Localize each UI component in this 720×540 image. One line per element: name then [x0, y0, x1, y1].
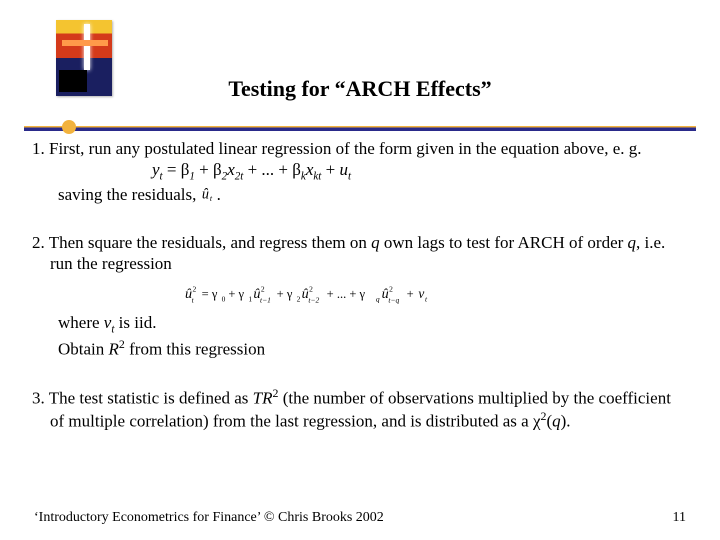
item-text: First, run any postulated linear regress…: [49, 139, 642, 158]
slide-body: 1. First, run any postulated linear regr…: [32, 138, 688, 458]
svg-text:0: 0: [222, 295, 226, 304]
var-q: q: [628, 233, 637, 252]
chi-close: ).: [561, 412, 571, 431]
tail-suffix: .: [217, 185, 221, 204]
page-number: 11: [673, 510, 686, 526]
svg-text:2: 2: [193, 285, 197, 294]
equation-image: û2t = γ0 + γ1 û2t−1 + γ2 û2t−2 + ... + γ…: [150, 284, 570, 304]
svg-text:t: t: [192, 296, 195, 305]
var-tr: TR: [253, 389, 273, 408]
svg-text:1: 1: [248, 295, 252, 304]
where-suffix: is iid.: [114, 313, 156, 332]
svg-text:t: t: [425, 295, 428, 304]
u-hat-icon: ût: [201, 186, 217, 202]
item-text: Then square the residuals, and regress t…: [49, 233, 371, 252]
svg-text:t−2: t−2: [308, 296, 319, 305]
tail-prefix: saving the residuals,: [58, 185, 201, 204]
var-chi: χ: [533, 412, 541, 431]
list-item: 1. First, run any postulated linear regr…: [32, 138, 688, 206]
obtain-prefix: Obtain: [58, 340, 109, 359]
svg-text:+ γ: + γ: [228, 287, 244, 301]
var-r: R: [109, 340, 119, 359]
svg-text:q: q: [376, 295, 380, 304]
item-number: 1.: [32, 139, 45, 158]
item-text: own lags to test for ARCH of order: [380, 233, 628, 252]
svg-text:û: û: [201, 187, 208, 203]
where-prefix: where: [58, 313, 104, 332]
title-underline: [24, 126, 696, 131]
item-number: 2.: [32, 233, 45, 252]
item-text: The test statistic is defined as: [49, 389, 253, 408]
where-line: where vt is iid.: [50, 312, 688, 337]
svg-text:t−1: t−1: [260, 296, 271, 305]
footer-text: ‘Introductory Econometrics for Finance’ …: [34, 510, 384, 525]
svg-text:v: v: [418, 286, 424, 301]
svg-text:+ γ: + γ: [277, 287, 293, 301]
svg-text:2: 2: [309, 285, 313, 294]
svg-text:2: 2: [297, 295, 301, 304]
equation-line: yt = β1 + β2x2t + ... + βkxkt + ut: [50, 159, 688, 184]
svg-text:t: t: [209, 195, 212, 203]
svg-text:= γ: = γ: [202, 287, 218, 301]
svg-text:2: 2: [389, 285, 393, 294]
item-number: 3.: [32, 389, 45, 408]
var-q: q: [371, 233, 380, 252]
svg-text:+ ... + γ: + ... + γ: [327, 287, 366, 301]
svg-text:2: 2: [261, 285, 265, 294]
svg-text:t−q: t−q: [388, 296, 399, 305]
list-item: 3. The test statistic is defined as TR2 …: [32, 386, 688, 432]
item-tail: saving the residuals, ût.: [50, 184, 688, 205]
slide-title: Testing for “ARCH Effects”: [0, 76, 720, 102]
slide-footer: ‘Introductory Econometrics for Finance’ …: [34, 510, 686, 526]
var-q: q: [552, 412, 561, 431]
list-item: 2. Then square the residuals, and regres…: [32, 232, 688, 361]
title-bullet-dot: [62, 120, 76, 134]
obtain-line: Obtain R2 from this regression: [50, 337, 688, 360]
obtain-suffix: from this regression: [125, 340, 265, 359]
svg-text:+: +: [407, 287, 414, 301]
